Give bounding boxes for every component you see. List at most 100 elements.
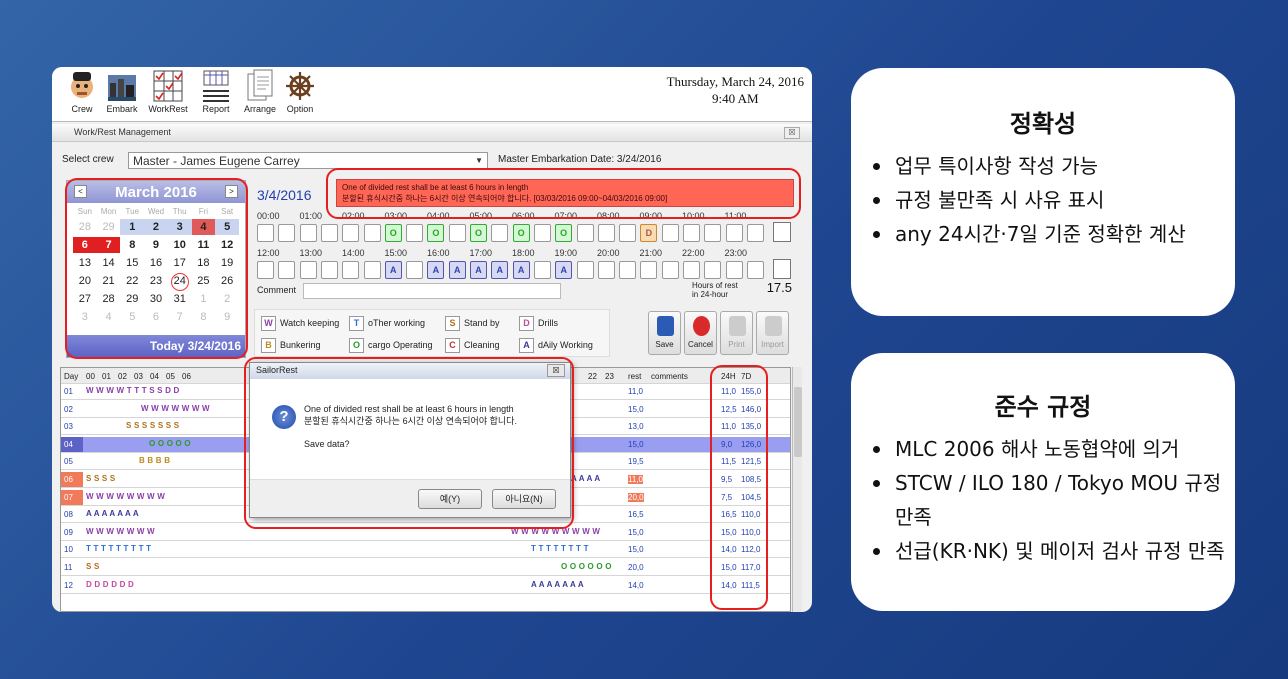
calendar-day[interactable]: 5 (120, 309, 144, 325)
calendar-day[interactable]: 1 (120, 219, 145, 235)
time-slot[interactable] (746, 224, 764, 242)
calendar-day[interactable]: 6 (144, 309, 168, 325)
time-slot[interactable] (406, 261, 424, 279)
time-slot[interactable] (704, 224, 722, 242)
time-slot[interactable]: O (470, 224, 487, 242)
calendar-day[interactable]: 5 (215, 219, 239, 235)
calendar-day[interactable]: 6 (73, 237, 97, 253)
calendar-day[interactable]: 28 (97, 291, 121, 307)
embark-button[interactable]: Embark (100, 69, 144, 114)
time-slot[interactable]: A (512, 261, 530, 279)
window-close-button[interactable]: ☒ (784, 127, 800, 139)
calendar-day[interactable]: 8 (192, 309, 216, 325)
calendar-day[interactable]: 16 (144, 255, 168, 271)
cancel-button[interactable]: Cancel (684, 311, 717, 355)
paste-icon[interactable] (773, 259, 791, 279)
calendar-day[interactable]: 15 (120, 255, 144, 271)
time-slot[interactable] (406, 224, 424, 242)
calendar-day[interactable]: 22 (120, 273, 144, 289)
table-row[interactable]: 10 T T T T T T T T T T T T T T T T T 15,0 14… (61, 542, 790, 559)
time-slot[interactable] (448, 224, 466, 242)
time-slot[interactable]: A (491, 261, 509, 279)
calendar-day[interactable]: 29 (120, 291, 144, 307)
table-scrollbar[interactable] (792, 367, 802, 612)
time-slot[interactable] (704, 261, 722, 279)
calendar-next-button[interactable]: > (225, 185, 238, 198)
time-slot[interactable] (299, 224, 317, 242)
time-slot[interactable]: O (427, 224, 445, 242)
calendar-day[interactable]: 29 (97, 219, 121, 235)
calendar-day[interactable]: 7 (96, 237, 121, 253)
time-slot[interactable] (746, 261, 764, 279)
option-button[interactable]: Option (278, 69, 322, 114)
time-slot[interactable]: A (448, 261, 466, 279)
calendar-day[interactable]: 28 (73, 219, 97, 235)
comment-input[interactable] (303, 283, 561, 299)
time-slot[interactable] (363, 224, 381, 242)
time-slot[interactable] (683, 261, 700, 279)
calendar-day[interactable]: 7 (168, 309, 192, 325)
calendar-day[interactable]: 8 (120, 237, 144, 253)
time-slot[interactable] (576, 224, 594, 242)
time-slot[interactable]: O (512, 224, 530, 242)
calendar-day[interactable]: 14 (97, 255, 121, 271)
calendar-day[interactable]: 4 (97, 309, 121, 325)
calendar-day[interactable]: 25 (192, 273, 216, 289)
time-slot[interactable] (619, 224, 637, 242)
time-slot[interactable] (342, 224, 360, 242)
table-row[interactable]: 09 W W W W W W W W W W W W W W W W 15,0 15,0… (61, 525, 790, 541)
calendar-day[interactable]: 2 (144, 219, 168, 235)
calendar-day[interactable]: 30 (144, 291, 168, 307)
time-slot[interactable]: A (384, 261, 402, 279)
dialog-no-button[interactable]: 아니요(N) (492, 489, 556, 509)
copy-icon[interactable] (773, 222, 791, 242)
calendar-day[interactable]: 10 (168, 237, 192, 253)
crew-select[interactable]: Master - James Eugene Carrey ▼ (128, 152, 488, 169)
time-slot[interactable] (342, 261, 360, 279)
time-slot[interactable] (597, 224, 615, 242)
time-slot[interactable] (320, 261, 338, 279)
time-slot[interactable]: A (470, 261, 487, 279)
time-slot[interactable] (619, 261, 637, 279)
time-slot[interactable]: A (555, 261, 573, 279)
calendar-day[interactable]: 31 (168, 291, 192, 307)
time-slot[interactable] (320, 224, 338, 242)
calendar-day[interactable]: 20 (73, 273, 97, 289)
calendar-day[interactable]: 21 (97, 273, 121, 289)
dialog-yes-button[interactable]: 예(Y) (418, 489, 482, 509)
scrollbar-thumb[interactable] (794, 387, 802, 457)
calendar-day[interactable]: 3 (167, 219, 192, 235)
report-button[interactable]: Report (194, 69, 238, 114)
time-slot[interactable] (683, 224, 700, 242)
calendar-day[interactable]: 13 (73, 255, 97, 271)
time-slot[interactable] (725, 261, 743, 279)
calendar-day[interactable]: 11 (192, 237, 216, 253)
calendar-day[interactable]: 12 (215, 237, 239, 253)
calendar-day[interactable]: 18 (192, 255, 216, 271)
import-button[interactable]: Import (756, 311, 789, 355)
table-row[interactable]: 11 S S O O O O O O 20,0 15,0 117,0 (61, 560, 790, 576)
workrest-button[interactable]: WorkRest (146, 69, 190, 114)
calendar-day[interactable]: 3 (73, 309, 97, 325)
time-slot[interactable] (491, 224, 509, 242)
save-button[interactable]: Save (648, 311, 681, 355)
calendar-day[interactable]: 4 (191, 219, 216, 235)
arrange-button[interactable]: Arrange (238, 69, 282, 114)
time-slot[interactable] (533, 261, 551, 279)
calendar-day[interactable]: 19 (215, 255, 239, 271)
time-slot[interactable]: A (427, 261, 445, 279)
time-slot[interactable] (257, 224, 274, 242)
time-slot[interactable] (257, 261, 274, 279)
time-slot[interactable] (278, 224, 296, 242)
calendar-day[interactable]: 24 (168, 273, 192, 291)
time-slot[interactable] (640, 261, 658, 279)
calendar-day[interactable]: 1 (192, 291, 216, 307)
time-slot[interactable] (661, 261, 679, 279)
table-row[interactable]: 12 D D D D D D A A A A A A A 14,0 14,0 111,5 (61, 578, 790, 594)
crew-button[interactable]: Crew (60, 69, 104, 114)
time-slot[interactable]: D (640, 224, 658, 242)
time-slot[interactable]: O (555, 224, 573, 242)
time-slot[interactable] (725, 224, 743, 242)
calendar-day[interactable]: 26 (215, 273, 239, 289)
calendar-day[interactable]: 23 (144, 273, 168, 289)
